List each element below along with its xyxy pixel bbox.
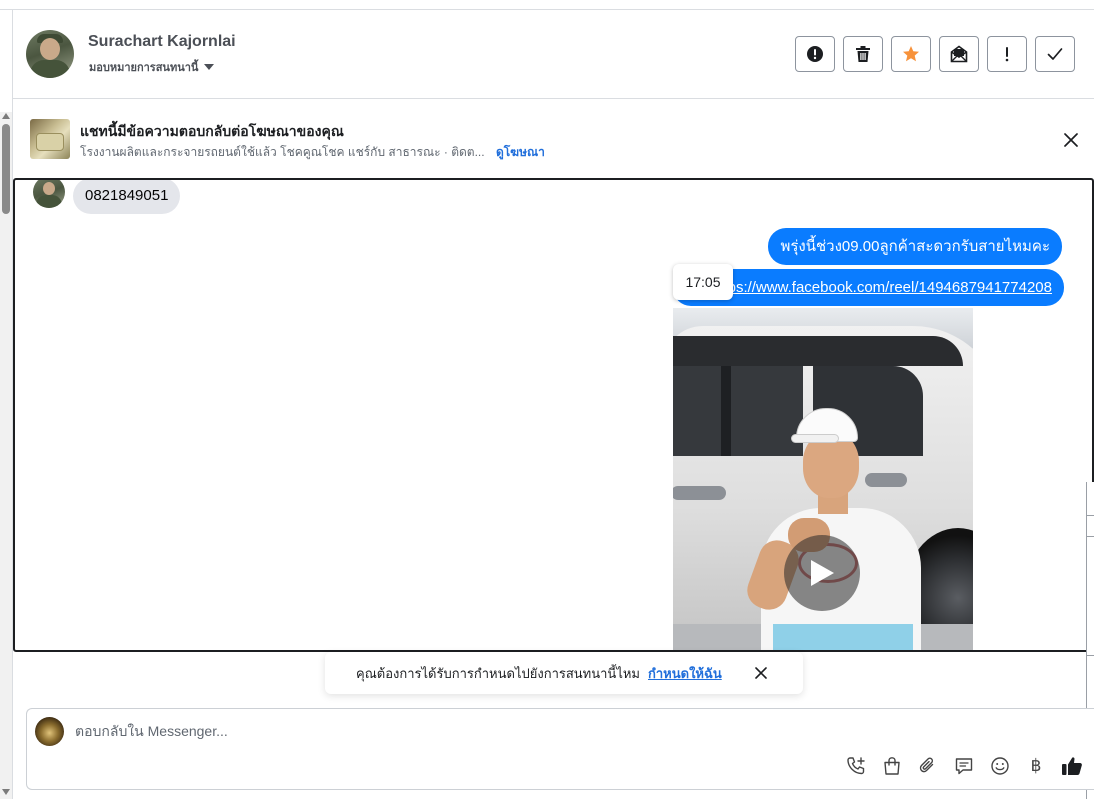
sender-avatar[interactable] — [33, 180, 65, 208]
done-button[interactable] — [1035, 36, 1075, 72]
delete-button[interactable] — [843, 36, 883, 72]
reply-input[interactable] — [75, 721, 775, 741]
message-composer: ฿ — [26, 708, 1094, 790]
assign-prompt-toast: คุณต้องการได้รับการกำหนดไปยังการสนทนานี้… — [325, 652, 803, 694]
scroll-up-arrow[interactable] — [2, 113, 10, 119]
emoji-icon — [991, 757, 1009, 775]
spam-button[interactable] — [795, 36, 835, 72]
baht-icon: ฿ — [1030, 756, 1042, 776]
scrollbar[interactable] — [0, 112, 12, 799]
side-panel-divider — [1086, 655, 1094, 656]
follow-up-button[interactable] — [987, 36, 1027, 72]
trash-icon — [856, 46, 870, 62]
scroll-down-arrow[interactable] — [2, 789, 10, 795]
page-avatar — [35, 717, 64, 746]
envelope-open-icon — [950, 45, 968, 63]
play-button[interactable] — [784, 535, 860, 611]
call-add-icon — [847, 757, 865, 775]
avatar[interactable] — [26, 30, 74, 78]
emoji-button[interactable] — [989, 755, 1011, 777]
scroll-thumb[interactable] — [2, 124, 10, 214]
assign-prompt-text: คุณต้องการได้รับการกำหนดไปยังการสนทนานี้… — [356, 665, 640, 681]
assign-to-me-link[interactable]: กำหนดให้ฉัน — [648, 663, 722, 684]
ad-banner-title: แชทนี้มีข้อความตอบกลับต่อโฆษณาของคุณ — [80, 123, 344, 139]
play-icon — [811, 560, 834, 586]
shopping-bag-icon — [884, 757, 900, 775]
check-icon — [1047, 48, 1063, 60]
timestamp-tooltip: 17:05 — [673, 264, 733, 300]
exclamation-icon — [1005, 47, 1009, 62]
reel-video-preview[interactable] — [673, 308, 973, 650]
star-button[interactable] — [891, 36, 931, 72]
alert-circle-icon — [807, 46, 823, 62]
close-banner-button[interactable] — [1061, 130, 1081, 150]
header-actions — [795, 36, 1075, 72]
star-icon — [903, 46, 919, 62]
close-icon — [755, 667, 767, 679]
attach-button[interactable] — [917, 755, 939, 777]
side-panel-divider — [1086, 536, 1094, 537]
caret-down-icon — [204, 64, 215, 70]
sent-message[interactable]: พรุ่งนี้ช่วง09.00ลูกค้าสะดวกรับสายไหมคะ — [768, 228, 1062, 265]
ad-thumbnail[interactable] — [30, 119, 70, 159]
close-toast-button[interactable] — [752, 664, 770, 682]
like-button[interactable] — [1061, 755, 1083, 777]
view-ad-link[interactable]: ดูโฆษณา — [496, 145, 545, 159]
mark-unread-button[interactable] — [939, 36, 979, 72]
composer-toolbar: ฿ — [845, 755, 1083, 777]
ad-banner-description: โรงงานผลิตและกระจายรถยนต์ใช้แล้ว โชคคูณโ… — [80, 145, 485, 159]
message-thread[interactable]: 0821849051 พรุ่งนี้ช่วง09.00ลูกค้าสะดวกร… — [13, 178, 1094, 652]
side-panel-divider — [1086, 515, 1094, 516]
close-icon — [1064, 133, 1078, 147]
thumbs-up-icon — [1062, 757, 1082, 775]
saved-reply-icon — [955, 758, 973, 775]
payment-button[interactable]: ฿ — [1025, 755, 1047, 777]
contact-name[interactable]: Surachart Kajornlai — [88, 33, 236, 51]
ad-reply-banner: แชทนี้มีข้อความตอบกลับต่อโฆษณาของคุณ โรง… — [13, 100, 1094, 178]
assign-conversation-dropdown[interactable]: มอบหมายการสนทนานี้ — [89, 58, 215, 76]
shop-button[interactable] — [881, 755, 903, 777]
conversation-header: Surachart Kajornlai มอบหมายการสนทนานี้ — [13, 10, 1094, 99]
paperclip-icon — [919, 757, 934, 773]
received-message[interactable]: 0821849051 — [73, 180, 181, 214]
ad-banner-subtitle: โรงงานผลิตและกระจายรถยนต์ใช้แล้ว โชคคูณโ… — [80, 143, 545, 162]
assign-label: มอบหมายการสนทนานี้ — [89, 62, 199, 74]
messenger-inbox: Surachart Kajornlai มอบหมายการสนทนานี้ แ… — [0, 0, 1094, 799]
call-add-button[interactable] — [845, 755, 867, 777]
saved-replies-button[interactable] — [953, 755, 975, 777]
